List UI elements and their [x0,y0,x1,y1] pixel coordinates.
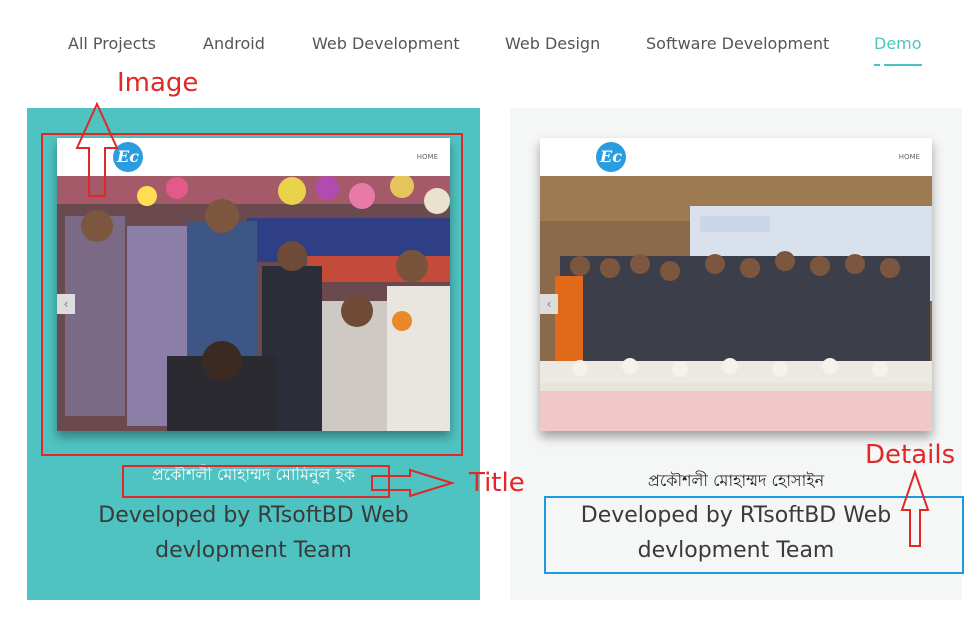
details-arrow-icon [900,468,930,547]
title-arrow-icon [371,468,456,498]
title-annotation-label: Title [469,468,525,498]
image-annotation-label: Image [117,68,199,98]
details-annotation-label: Details [865,440,956,470]
image-arrow-icon [75,101,119,197]
